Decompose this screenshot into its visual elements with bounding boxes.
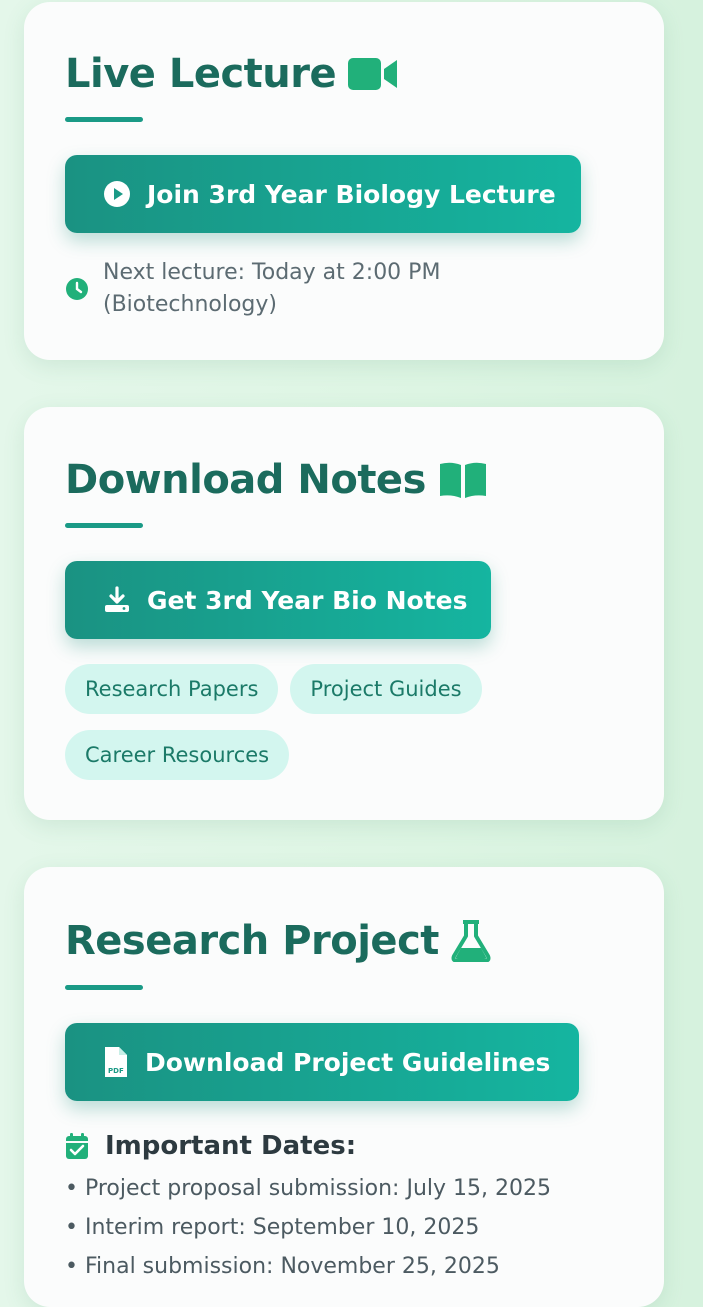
download-icon [103, 586, 131, 614]
download-notes-card: Download Notes Get 3rd Year Bio Notes Re… [24, 407, 664, 820]
research-project-title: Research Project [65, 920, 664, 962]
live-lecture-card: Live Lecture Join 3rd Year Biology Lectu… [24, 2, 664, 360]
download-guidelines-button[interactable]: PDF Download Project Guidelines [65, 1023, 579, 1101]
flask-icon [451, 920, 491, 962]
calendar-check-icon [65, 1132, 89, 1160]
chip-career-resources[interactable]: Career Resources [65, 730, 290, 780]
important-dates-list: Project proposal submission: July 15, 20… [24, 1169, 664, 1286]
join-lecture-button[interactable]: Join 3rd Year Biology Lecture [65, 155, 581, 233]
join-lecture-label: Join 3rd Year Biology Lecture [147, 179, 556, 209]
title-underline [65, 523, 143, 528]
pdf-file-icon: PDF [103, 1046, 129, 1078]
list-item: Interim report: September 10, 2025 [65, 1208, 664, 1247]
download-notes-title-text: Download Notes [65, 457, 426, 503]
important-dates-heading: Important Dates: [65, 1131, 664, 1161]
important-dates-label: Important Dates: [105, 1131, 357, 1161]
research-project-card: Research Project PDF Download Project Gu… [24, 867, 664, 1307]
clock-icon [65, 277, 89, 301]
list-item: Project proposal submission: July 15, 20… [65, 1169, 664, 1208]
play-circle-icon [103, 180, 131, 208]
get-notes-button[interactable]: Get 3rd Year Bio Notes [65, 561, 491, 639]
next-lecture-info: Next lecture: Today at 2:00 PM (Biotechn… [65, 257, 664, 321]
get-notes-label: Get 3rd Year Bio Notes [147, 585, 468, 615]
svg-text:PDF: PDF [108, 1067, 124, 1075]
research-project-title-text: Research Project [65, 918, 439, 964]
list-item: Final submission: November 25, 2025 [65, 1247, 664, 1286]
title-underline [65, 985, 143, 990]
download-guidelines-label: Download Project Guidelines [145, 1047, 551, 1077]
chip-research-papers[interactable]: Research Papers [65, 664, 279, 714]
download-notes-title: Download Notes [65, 460, 664, 500]
chip-project-guides[interactable]: Project Guides [290, 664, 482, 714]
live-lecture-title-text: Live Lecture [65, 51, 337, 97]
next-lecture-subject: (Biotechnology) [103, 292, 277, 317]
live-lecture-title: Live Lecture [65, 54, 664, 94]
resource-chips: Research Papers Project GuidesCareer Reso… [65, 664, 545, 796]
next-lecture-text: Next lecture: Today at 2:00 PM (Biotechn… [103, 257, 440, 321]
video-camera-icon [348, 57, 398, 91]
title-underline [65, 117, 143, 122]
next-lecture-time: Next lecture: Today at 2:00 PM [103, 260, 441, 285]
open-book-icon [438, 461, 488, 499]
